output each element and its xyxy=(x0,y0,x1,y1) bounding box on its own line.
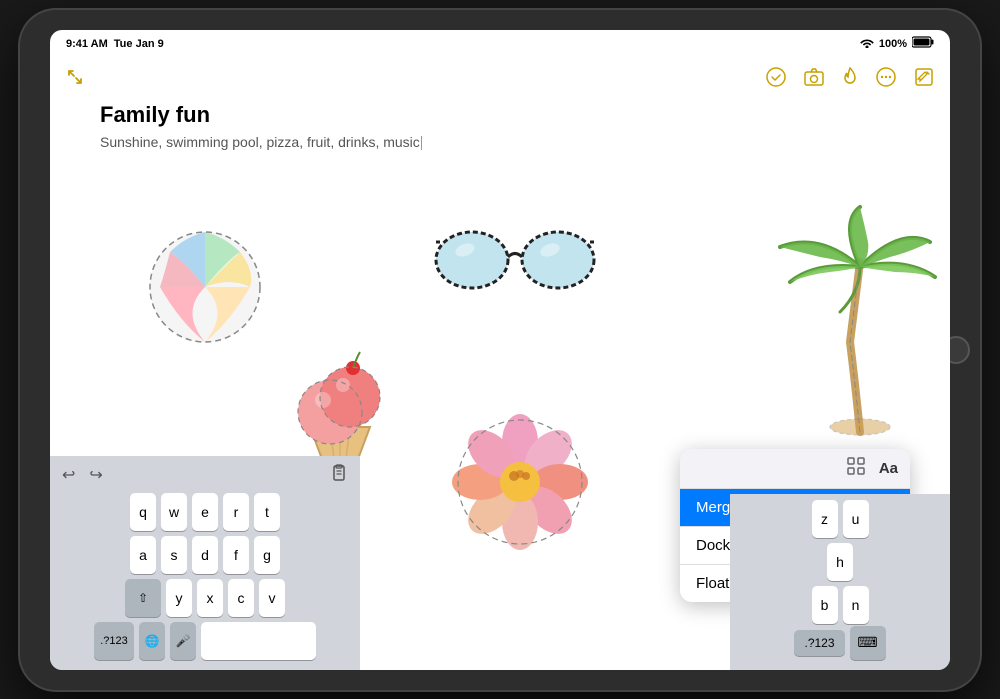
key-b[interactable]: b xyxy=(812,586,838,624)
key-u[interactable]: u xyxy=(843,500,869,538)
key-g[interactable]: g xyxy=(254,536,280,574)
checkmark-icon[interactable] xyxy=(766,67,786,92)
key-r[interactable]: r xyxy=(223,493,249,531)
key-e[interactable]: e xyxy=(192,493,218,531)
keyboard: ↩ ↪ q w e r t xyxy=(50,456,360,670)
key-space[interactable] xyxy=(201,622,316,660)
sunglasses-sticker xyxy=(430,212,600,302)
key-x[interactable]: x xyxy=(197,579,223,617)
camera-icon[interactable] xyxy=(804,68,824,91)
ellipsis-icon[interactable] xyxy=(876,67,896,92)
flame-icon[interactable] xyxy=(842,67,858,92)
kb-right-row-2: h xyxy=(734,543,946,581)
beach-ball-sticker xyxy=(140,222,270,352)
screen: 9:41 AM Tue Jan 9 100% xyxy=(50,30,950,670)
kb-right-rows: z u h b n xyxy=(734,500,946,624)
redo-icon[interactable]: ↪ xyxy=(89,465,102,485)
palm-tree-sticker xyxy=(760,202,920,402)
battery-text: 100% xyxy=(879,38,907,50)
kb-right-row-1: z u xyxy=(734,500,946,538)
wifi-icon xyxy=(860,37,874,51)
edit-icon[interactable] xyxy=(914,67,934,92)
text-size-label[interactable]: Aa xyxy=(879,460,898,477)
key-shift[interactable]: ⇧ xyxy=(125,579,161,617)
key-num-right[interactable]: .?123 xyxy=(794,630,844,656)
key-a[interactable]: a xyxy=(130,536,156,574)
undo-icon[interactable]: ↩ xyxy=(62,465,75,485)
key-z[interactable]: z xyxy=(812,500,838,538)
key-num[interactable]: .?123 xyxy=(94,622,134,660)
key-s[interactable]: s xyxy=(161,536,187,574)
clipboard-icon[interactable] xyxy=(330,464,348,487)
key-c[interactable]: c xyxy=(228,579,254,617)
kb-row-2: a s d f g xyxy=(54,536,356,574)
key-q[interactable]: q xyxy=(130,493,156,531)
kb-bottom-row: .?123 ⌨ xyxy=(734,626,946,660)
kb-right-hint: z u h b n .?123 ⌨ xyxy=(730,494,950,670)
note-title: Family fun xyxy=(100,102,950,128)
collapse-icon[interactable] xyxy=(66,70,84,90)
key-y[interactable]: y xyxy=(166,579,192,617)
key-v[interactable]: v xyxy=(259,579,285,617)
kb-row-1: q w e r t xyxy=(54,493,356,531)
date: Tue Jan 9 xyxy=(114,38,164,50)
time: 9:41 AM xyxy=(66,38,108,50)
grid-icon xyxy=(847,457,865,480)
kb-rows: q w e r t a s d f g ⇧ y x c xyxy=(54,493,356,660)
ipad-frame: 9:41 AM Tue Jan 9 100% xyxy=(20,10,980,690)
toolbar-left[interactable] xyxy=(66,68,84,91)
key-f[interactable]: f xyxy=(223,536,249,574)
key-t[interactable]: t xyxy=(254,493,280,531)
toolbar xyxy=(50,58,950,102)
keyboard-toolbar: ↩ ↪ xyxy=(54,462,356,493)
key-globe[interactable]: 🌐 xyxy=(139,622,165,660)
kb-row-3: ⇧ y x c v xyxy=(54,579,356,617)
key-w[interactable]: w xyxy=(161,493,187,531)
kb-row-4: .?123 🌐 🎤 xyxy=(54,622,356,660)
note-subtitle: Sunshine, swimming pool, pizza, fruit, d… xyxy=(100,134,950,150)
key-n[interactable]: n xyxy=(843,586,869,624)
key-h[interactable]: h xyxy=(827,543,853,581)
status-bar: 9:41 AM Tue Jan 9 100% xyxy=(50,30,950,58)
context-menu-header: Aa xyxy=(680,449,910,489)
key-keyboard-dismiss[interactable]: ⌨ xyxy=(850,626,886,660)
key-d[interactable]: d xyxy=(192,536,218,574)
status-right: 100% xyxy=(860,36,934,51)
kb-right-row-3: b n xyxy=(734,586,946,624)
battery-icon xyxy=(912,36,934,51)
key-mic[interactable]: 🎤 xyxy=(170,622,196,660)
kb-toolbar-left: ↩ ↪ xyxy=(62,465,103,485)
toolbar-icons xyxy=(766,67,934,92)
status-left: 9:41 AM Tue Jan 9 xyxy=(66,38,164,50)
flower-sticker xyxy=(450,412,590,552)
